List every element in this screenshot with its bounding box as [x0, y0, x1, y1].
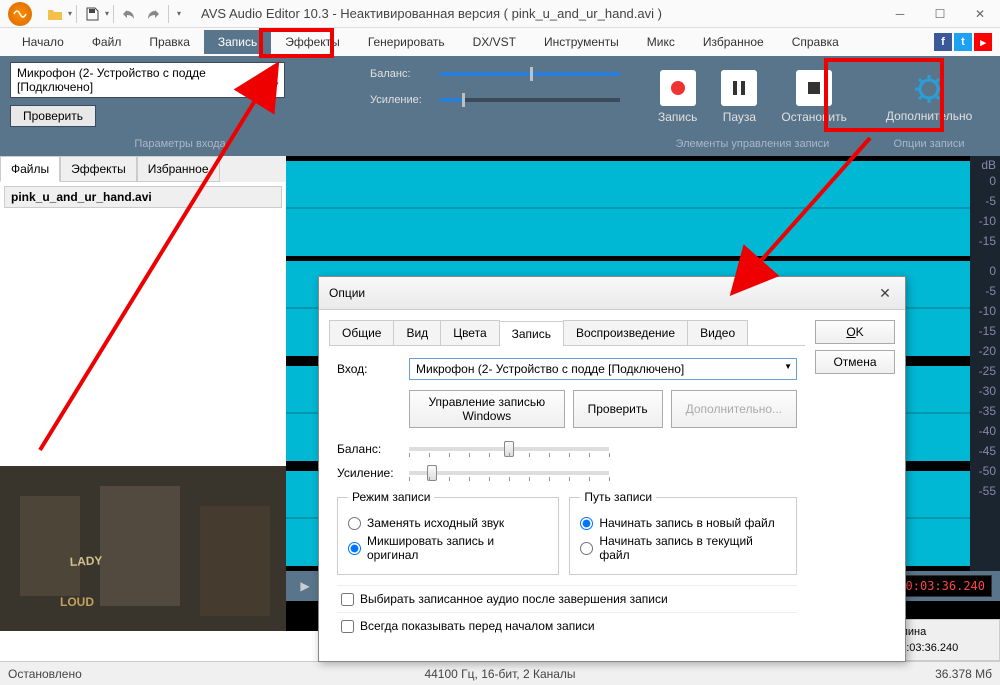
dialog-title: Опции	[329, 286, 365, 300]
fieldset-rec-mode: Режим записи Заменять исходный звук Микш…	[337, 490, 559, 575]
dlg-test-button[interactable]: Проверить	[573, 390, 663, 428]
ribbon: Микрофон (2- Устройство с подде [Подключ…	[0, 56, 1000, 156]
more-options-button[interactable]: Дополнительно	[875, 66, 983, 130]
tr-play-icon[interactable]: ▶	[294, 575, 316, 597]
db-scale: dB 0 -5 -10 -15 0 -5 -10 -15 -20 -25 -30…	[970, 156, 1000, 576]
qat-undo-icon[interactable]	[118, 3, 140, 25]
menu-edit[interactable]: Правка	[135, 30, 204, 54]
dlg-tab-general[interactable]: Общие	[329, 320, 394, 345]
titlebar: ▾ ▾ ▾ AVS Audio Editor 10.3 - Неактивиро…	[0, 0, 1000, 28]
qat-open-icon[interactable]	[44, 3, 66, 25]
svg-text:LADY: LADY	[69, 553, 102, 569]
qat-save-icon[interactable]	[81, 3, 103, 25]
radio-mix[interactable]	[348, 542, 361, 555]
app-icon	[8, 2, 32, 26]
menu-file[interactable]: Файл	[78, 30, 136, 54]
tab-effects[interactable]: Эффекты	[60, 156, 137, 182]
fieldset-rec-path: Путь записи Начинать запись в новый файл…	[569, 490, 797, 575]
record-button[interactable]: Запись	[650, 66, 705, 128]
menu-effects[interactable]: Эффекты	[271, 30, 354, 54]
cancel-button[interactable]: Отмена	[815, 350, 895, 374]
group-rec-options: Опции записи	[875, 138, 983, 150]
dlg-balance-slider[interactable]	[409, 447, 609, 451]
tab-files[interactable]: Файлы	[0, 156, 60, 182]
statusbar: Остановлено 44100 Гц, 16-бит, 2 Каналы 3…	[0, 661, 1000, 685]
maximize-button[interactable]: ☐	[920, 0, 960, 28]
dlg-winrec-button[interactable]: Управление записью Windows	[409, 390, 565, 428]
time-len: 00:03:36.240	[891, 575, 992, 597]
status-left: Остановлено	[8, 667, 82, 681]
radio-curfile[interactable]	[580, 542, 593, 555]
menu-start[interactable]: Начало	[8, 30, 78, 54]
chk-show-before[interactable]	[341, 620, 354, 633]
gear-icon	[913, 73, 945, 105]
file-list[interactable]: pink_u_and_ur_hand.avi	[0, 182, 286, 466]
test-button[interactable]: Проверить	[10, 105, 96, 127]
ok-button[interactable]: OOKK	[815, 320, 895, 344]
balance-slider[interactable]	[440, 72, 620, 76]
minimize-button[interactable]: ─	[880, 0, 920, 28]
dlg-input-combo[interactable]: Микрофон (2- Устройство с подде [Подключ…	[409, 358, 797, 380]
close-button[interactable]: ✕	[960, 0, 1000, 28]
svg-text:LOUD: LOUD	[60, 595, 94, 609]
dlg-advanced-button[interactable]: Дополнительно...	[671, 390, 797, 428]
options-dialog: Опции ✕ Общие Вид Цвета Запись Воспроизв…	[318, 276, 906, 662]
facebook-icon[interactable]: f	[934, 33, 952, 51]
chk-select-after[interactable]	[341, 593, 354, 606]
pause-button[interactable]: Пауза	[713, 66, 765, 128]
menu-tools[interactable]: Инструменты	[530, 30, 633, 54]
menubar: Начало Файл Правка Запись Эффекты Генери…	[0, 28, 1000, 56]
group-input-params: Параметры входа	[10, 138, 350, 150]
dlg-tab-view[interactable]: Вид	[393, 320, 441, 345]
gain-slider[interactable]	[440, 98, 620, 102]
status-format: 44100 Гц, 16-бит, 2 Каналы	[424, 667, 575, 681]
menu-record[interactable]: Запись	[204, 30, 271, 54]
qat-redo-icon[interactable]	[142, 3, 164, 25]
menu-generate[interactable]: Генерировать	[354, 30, 459, 54]
menu-mix[interactable]: Микс	[633, 30, 689, 54]
tab-favorites[interactable]: Избранное	[137, 156, 220, 182]
group-rec-controls: Элементы управления записи	[650, 138, 855, 150]
left-panel: Файлы Эффекты Избранное pink_u_and_ur_ha…	[0, 156, 286, 631]
list-item[interactable]: pink_u_and_ur_hand.avi	[4, 186, 282, 208]
radio-newfile[interactable]	[580, 517, 593, 530]
dlg-tab-colors[interactable]: Цвета	[440, 320, 499, 345]
stop-button[interactable]: Остановить	[773, 66, 855, 128]
menu-help[interactable]: Справка	[778, 30, 853, 54]
video-preview: LADY LOUD	[0, 466, 286, 631]
radio-replace[interactable]	[348, 517, 361, 530]
dlg-tab-record[interactable]: Запись	[499, 321, 564, 346]
window-title: AVS Audio Editor 10.3 - Неактивированная…	[201, 6, 662, 21]
dialog-close-icon[interactable]: ✕	[875, 283, 895, 303]
youtube-icon[interactable]: ▸	[974, 33, 992, 51]
twitter-icon[interactable]: t	[954, 33, 972, 51]
menu-dxvst[interactable]: DX/VST	[459, 30, 530, 54]
menu-favorites[interactable]: Избранное	[689, 30, 778, 54]
dlg-tab-playback[interactable]: Воспроизведение	[563, 320, 688, 345]
input-device-combo[interactable]: Микрофон (2- Устройство с подде [Подключ…	[10, 62, 285, 98]
status-size: 36.378 Мб	[935, 667, 992, 681]
dlg-tab-video[interactable]: Видео	[687, 320, 748, 345]
dlg-gain-slider[interactable]	[409, 471, 609, 475]
